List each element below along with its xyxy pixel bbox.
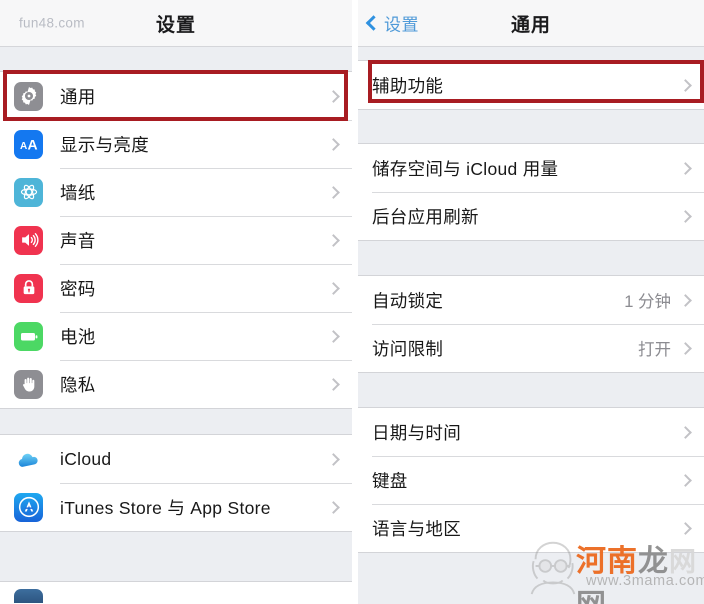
chevron-right-icon <box>327 329 340 343</box>
page-title: 通用 <box>510 14 551 36</box>
back-button-label: 设置 <box>384 15 419 35</box>
general-navbar: 设置 通用 <box>358 0 704 47</box>
chevron-right-icon <box>327 377 340 391</box>
general-row-restrictions[interactable]: 访问限制 打开 <box>358 324 704 372</box>
display-icon: A A <box>14 129 43 159</box>
general-group-lock-restrictions: 自动锁定 1 分钟 访问限制 打开 <box>358 275 704 373</box>
settings-row-display-brightness[interactable]: A A 显示与亮度 <box>0 120 352 168</box>
settings-row-general[interactable]: 通用 <box>0 72 352 120</box>
general-row-language-region[interactable]: 语言与地区 <box>358 504 704 552</box>
settings-group-accounts: iCloud iTunes Store 与 App Store <box>0 434 352 532</box>
settings-panel: fun48.com 设置 通用 A A 显示与亮度 墙纸 声音 密码 电池 隐私… <box>0 0 352 604</box>
settings-group-main: 通用 A A 显示与亮度 墙纸 声音 密码 电池 隐私 <box>0 71 352 409</box>
chevron-right-icon <box>327 185 340 199</box>
settings-row-label: iTunes Store 与 App Store <box>60 497 271 518</box>
section-gap <box>0 409 352 434</box>
settings-row-label: 密码 <box>60 278 96 299</box>
gear-icon <box>14 81 43 111</box>
general-row-label: 日期与时间 <box>372 422 461 443</box>
chevron-right-icon <box>679 341 692 355</box>
back-button[interactable]: 设置 <box>365 11 419 36</box>
general-group-datetime: 日期与时间 键盘 语言与地区 <box>358 407 704 553</box>
general-row-accessibility[interactable]: 辅助功能 <box>358 61 704 109</box>
section-gap <box>358 373 704 407</box>
settings-row-wallpaper[interactable]: 墙纸 <box>0 168 352 216</box>
chevron-right-icon <box>327 452 340 466</box>
chevron-right-icon <box>679 293 692 307</box>
general-row-date-time[interactable]: 日期与时间 <box>358 408 704 456</box>
general-row-storage-icloud-usage[interactable]: 储存空间与 iCloud 用量 <box>358 144 704 192</box>
hand-icon <box>14 369 43 399</box>
settings-row-label: 隐私 <box>60 374 96 395</box>
settings-row-label: 墙纸 <box>60 182 96 203</box>
chevron-right-icon <box>679 161 692 175</box>
general-row-label: 后台应用刷新 <box>372 206 479 227</box>
appstore-icon <box>14 492 43 522</box>
settings-navbar: fun48.com 设置 <box>0 0 352 47</box>
settings-row-sounds[interactable]: 声音 <box>0 216 352 264</box>
lock-icon <box>14 273 43 303</box>
wallpaper-icon <box>14 177 43 207</box>
general-row-auto-lock[interactable]: 自动锁定 1 分钟 <box>358 276 704 324</box>
general-row-label: 辅助功能 <box>372 75 444 96</box>
chevron-right-icon <box>679 78 692 92</box>
section-gap <box>358 241 704 275</box>
general-group-accessibility: 辅助功能 <box>358 60 704 110</box>
battery-icon <box>14 321 43 351</box>
chevron-right-icon <box>327 137 340 151</box>
settings-row-icloud[interactable]: iCloud <box>0 435 352 483</box>
watermark-url: www.3mama.com <box>586 573 704 589</box>
watermark-brand-gray: 龙网 <box>576 544 669 604</box>
general-row-value: 打开 <box>638 341 671 359</box>
settings-row-label: 通用 <box>60 86 96 107</box>
chevron-right-icon <box>327 89 340 103</box>
chevron-right-icon <box>679 473 692 487</box>
chevron-right-icon <box>327 500 340 514</box>
settings-row-privacy[interactable]: 隐私 <box>0 360 352 408</box>
settings-row-passcode[interactable]: 密码 <box>0 264 352 312</box>
site-watermark-label: fun48.com <box>19 15 85 31</box>
chevron-left-icon <box>365 15 382 31</box>
chevron-right-icon <box>679 521 692 535</box>
chevron-right-icon <box>679 425 692 439</box>
general-row-label: 键盘 <box>372 470 408 491</box>
settings-row-itunes-appstore[interactable]: iTunes Store 与 App Store <box>0 483 352 531</box>
general-row-label: 储存空间与 iCloud 用量 <box>372 158 559 179</box>
section-gap <box>358 47 704 60</box>
settings-row-label: 电池 <box>60 326 96 347</box>
partial-icon <box>14 589 43 603</box>
sound-icon <box>14 225 43 255</box>
settings-group-stub <box>0 581 352 604</box>
chevron-right-icon <box>327 281 340 295</box>
chevron-right-icon <box>679 209 692 223</box>
general-row-value: 1 分钟 <box>624 293 671 311</box>
dual-screenshot-composite: fun48.com 设置 通用 A A 显示与亮度 墙纸 声音 密码 电池 隐私… <box>0 0 704 604</box>
section-gap <box>0 47 352 71</box>
general-row-label: 语言与地区 <box>372 518 461 539</box>
settings-row-battery[interactable]: 电池 <box>0 312 352 360</box>
svg-text:A: A <box>27 137 37 153</box>
settings-row-label: iCloud <box>60 448 112 469</box>
chevron-right-icon <box>327 233 340 247</box>
settings-row-label: 显示与亮度 <box>60 134 149 155</box>
svg-text:A: A <box>20 141 27 152</box>
general-panel: 设置 通用 辅助功能 储存空间与 iCloud 用量 后台应用刷新 自动锁定 1… <box>352 0 704 604</box>
icloud-icon <box>14 444 43 474</box>
page-title: 设置 <box>155 14 196 36</box>
settings-row-label: 声音 <box>60 230 96 251</box>
general-group-storage: 储存空间与 iCloud 用量 后台应用刷新 <box>358 143 704 241</box>
section-gap <box>358 110 704 143</box>
general-row-background-app-refresh[interactable]: 后台应用刷新 <box>358 192 704 240</box>
general-row-label: 访问限制 <box>372 338 444 359</box>
general-row-label: 自动锁定 <box>372 290 444 311</box>
general-row-keyboard[interactable]: 键盘 <box>358 456 704 504</box>
